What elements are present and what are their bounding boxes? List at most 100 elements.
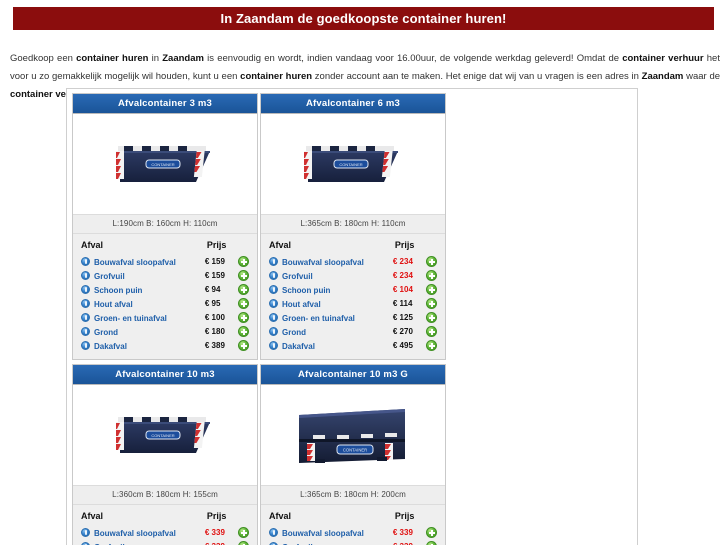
waste-type-label: Grond [94, 327, 118, 337]
waste-type-label: Schoon puin [94, 285, 143, 295]
col-header-price: Prijs [206, 240, 227, 250]
intro-keyword: Zaandam [641, 70, 684, 82]
intro-text: waar de [683, 70, 721, 82]
waste-type-label: Groen- en tuinafval [94, 313, 167, 323]
col-header-price: Prijs [394, 511, 415, 521]
price-value: € 114 [392, 299, 413, 308]
intro-keyword: Zaandam [162, 52, 204, 64]
info-bullet-icon [269, 541, 278, 545]
price-value: € 339 [205, 540, 233, 545]
price-value: € 104 [392, 285, 413, 294]
price-value: € 95 [204, 299, 221, 308]
price-value: € 339 [393, 540, 421, 545]
add-to-cart-cell [421, 540, 437, 545]
waste-price-table: AfvalPrijsBouwafval sloopafval€ 339Grofv… [269, 511, 437, 545]
intro-keyword: container verhuur [622, 52, 704, 64]
add-to-cart-cell [233, 269, 249, 283]
add-to-cart-cell [421, 311, 437, 325]
add-to-cart-button[interactable] [426, 541, 437, 545]
col-header-waste: Afval [269, 511, 292, 521]
waste-type-link[interactable]: Grofvuil [81, 269, 205, 283]
add-to-cart-cell [233, 325, 249, 339]
table-row: Grofvuil€ 339 [269, 540, 437, 545]
price-value: € 389 [204, 341, 225, 350]
add-to-cart-button[interactable] [238, 270, 249, 281]
add-to-cart-button[interactable] [426, 312, 437, 323]
product-card: Afvalcontainer 6 m3 CONTAINER L:365cm B:… [260, 93, 446, 360]
waste-price-table-wrap: AfvalPrijsBouwafval sloopafval€ 339Grofv… [261, 505, 445, 545]
add-to-cart-button[interactable] [238, 298, 249, 309]
table-row: Hout afval € 114 [269, 297, 437, 311]
add-to-cart-button[interactable] [238, 326, 249, 337]
product-dimensions: L:190cm B: 160cm H: 110cm [73, 214, 257, 234]
add-to-cart-button[interactable] [426, 256, 437, 267]
col-header-price: Prijs [394, 240, 415, 250]
info-bullet-icon [269, 284, 278, 294]
waste-type-label: Hout afval [94, 299, 133, 309]
add-to-cart-button[interactable] [426, 284, 437, 295]
intro-text: Goedkoop een [10, 52, 77, 64]
waste-type-link[interactable]: Grond [269, 325, 393, 339]
waste-type-link[interactable]: Grofvuil [269, 540, 393, 545]
col-header-waste: Afval [81, 240, 104, 250]
waste-type-link[interactable]: Dakafval [81, 339, 205, 353]
table-row: Schoon puin € 94 [81, 283, 249, 297]
add-to-cart-button[interactable] [238, 284, 249, 295]
add-to-cart-button[interactable] [238, 256, 249, 267]
add-to-cart-button[interactable] [426, 340, 437, 351]
waste-type-label: Groen- en tuinafval [282, 313, 355, 323]
waste-type-link[interactable]: Groen- en tuinafval [81, 311, 205, 325]
price-value: € 270 [392, 327, 413, 336]
add-to-cart-cell [421, 526, 437, 540]
add-to-cart-cell [421, 269, 437, 283]
waste-type-link[interactable]: Bouwafval sloopafval [81, 255, 205, 269]
info-bullet-icon [81, 340, 90, 350]
waste-type-link[interactable]: Bouwafval sloopafval [269, 255, 393, 269]
waste-type-link[interactable]: Bouwafval sloopafval [81, 526, 205, 540]
table-row: Bouwafval sloopafval € 339 [269, 526, 437, 540]
waste-type-link[interactable]: Hout afval [81, 297, 205, 311]
table-row: Grofvuil€ 339 [81, 540, 249, 545]
waste-type-label: Grofvuil [282, 271, 313, 281]
waste-type-link[interactable]: Grond [81, 325, 205, 339]
info-bullet-icon [269, 270, 278, 280]
col-header-waste: Afval [81, 511, 104, 521]
add-to-cart-button[interactable] [426, 298, 437, 309]
product-grid: Afvalcontainer 3 m3 CONTAINER L:190cm B:… [66, 88, 638, 545]
waste-type-link[interactable]: Grofvuil [269, 269, 393, 283]
add-to-cart-cell [421, 283, 437, 297]
info-bullet-icon [269, 256, 278, 266]
intro-text: is eenvoudig en wordt, indien vandaag vo… [203, 52, 623, 64]
add-to-cart-button[interactable] [426, 270, 437, 281]
container-illustration: CONTAINER [116, 146, 210, 182]
product-card-title: Afvalcontainer 3 m3 [73, 94, 257, 114]
info-bullet-icon [81, 298, 90, 308]
add-to-cart-cell [421, 339, 437, 353]
add-to-cart-button[interactable] [238, 312, 249, 323]
waste-type-link[interactable]: Dakafval [269, 339, 393, 353]
container-illustration: CONTAINER [116, 417, 210, 453]
add-to-cart-cell [233, 540, 249, 545]
add-to-cart-cell [233, 255, 249, 269]
waste-type-link[interactable]: Groen- en tuinafval [269, 311, 393, 325]
table-row: Dakafval € 389 [81, 339, 249, 353]
add-to-cart-button[interactable] [426, 326, 437, 337]
price-value: € 234 [392, 257, 413, 266]
add-to-cart-button[interactable] [238, 527, 249, 538]
table-header-row: Afval Prijs [81, 240, 249, 255]
waste-type-link[interactable]: Hout afval [269, 297, 393, 311]
add-to-cart-button[interactable] [238, 340, 249, 351]
table-row: Schoon puin € 104 [269, 283, 437, 297]
table-row: Groen- en tuinafval € 100 [81, 311, 249, 325]
add-to-cart-button[interactable] [426, 527, 437, 538]
waste-type-link[interactable]: Schoon puin [269, 283, 393, 297]
container-illustration: CONTAINER [299, 409, 405, 463]
waste-type-link[interactable]: Grofvuil [81, 540, 205, 545]
waste-type-link[interactable]: Bouwafval sloopafval [269, 526, 393, 540]
intro-keyword: container huren [76, 52, 149, 64]
product-image: CONTAINER [73, 114, 257, 214]
add-to-cart-button[interactable] [238, 541, 249, 545]
add-to-cart-cell [421, 325, 437, 339]
waste-type-link[interactable]: Schoon puin [81, 283, 205, 297]
col-header-add [421, 511, 437, 526]
